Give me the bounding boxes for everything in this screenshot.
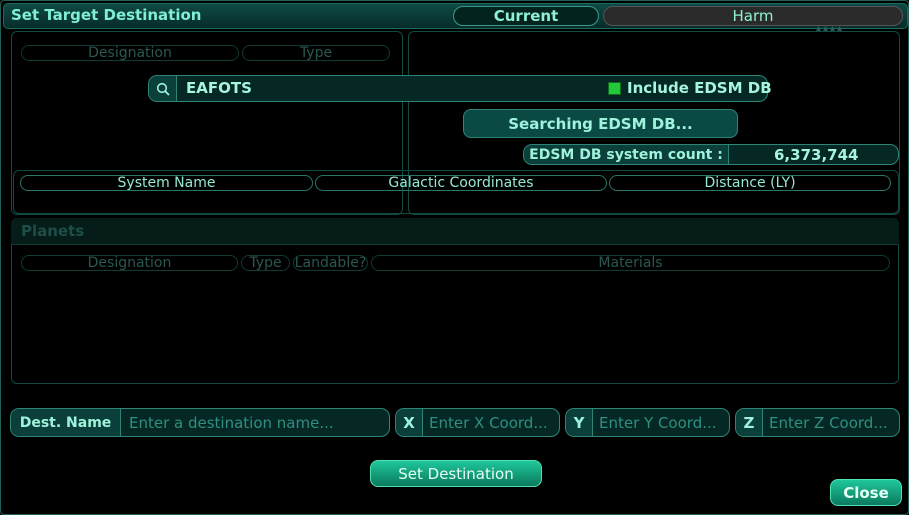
dest-name-input[interactable]: Enter a destination name...: [129, 414, 334, 432]
header-galactic-coordinates[interactable]: Galactic Coordinates: [315, 175, 607, 191]
include-edsm-label: Include EDSM DB: [627, 79, 772, 97]
edsm-count-label: EDSM DB system count :: [524, 145, 729, 164]
set-destination-button[interactable]: Set Destination: [370, 460, 542, 487]
edsm-count-value: 6,373,744: [774, 146, 859, 164]
checkbox-icon[interactable]: [608, 82, 621, 95]
y-coord-label: Y: [566, 409, 593, 436]
z-coord-label: Z: [736, 409, 763, 436]
y-coord-input[interactable]: Enter Y Coord...: [599, 414, 717, 432]
window-title: Set Target Destination: [11, 6, 202, 24]
header-type: Type: [242, 45, 390, 61]
close-button[interactable]: Close: [830, 479, 902, 506]
header-designation: Designation: [21, 45, 239, 61]
z-coord-input[interactable]: Enter Z Coord...: [769, 414, 888, 432]
planets-header-landable: Landable?: [293, 255, 368, 271]
search-input[interactable]: EAFOTS: [186, 79, 252, 97]
planets-header: [11, 218, 899, 245]
planets-header-type: Type: [241, 255, 290, 271]
header-system-name[interactable]: System Name: [20, 175, 313, 191]
planets-title: Planets: [21, 222, 85, 240]
panel-ornament: ▴▴▴▴: [816, 23, 845, 34]
x-coord-input[interactable]: Enter X Coord...: [429, 414, 548, 432]
tab-current[interactable]: Current: [453, 6, 599, 26]
search-icon[interactable]: [149, 76, 177, 101]
x-coord-label: X: [396, 409, 423, 436]
planets-header-materials: Materials: [371, 255, 890, 271]
header-distance[interactable]: Distance (LY): [609, 175, 891, 191]
searching-status-button: Searching EDSM DB...: [463, 109, 738, 138]
dest-name-label: Dest. Name: [11, 409, 121, 436]
planets-header-designation: Designation: [21, 255, 238, 271]
dialog-window: Set Target Destination Current Harm Desi…: [0, 0, 909, 515]
